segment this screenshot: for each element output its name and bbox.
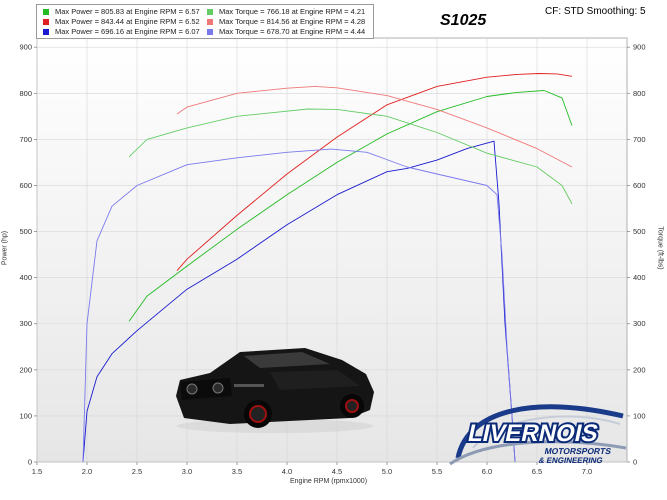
legend-swatch [43,29,49,35]
x-tick-label: 2.5 [132,467,142,476]
x-tick-label: 5.0 [382,467,392,476]
y-tick-label-left: 300 [19,319,32,328]
x-tick-label: 6.5 [532,467,542,476]
x-tick-label: 1.5 [32,467,42,476]
y-tick-label-right: 500 [633,227,646,236]
legend: Max Power = 805.83 at Engine RPM = 6.57 … [36,4,374,39]
x-tick-label: 2.0 [82,467,92,476]
y-tick-label-right: 0 [633,458,637,467]
legend-swatch [207,29,213,35]
y-tick-label-right: 300 [633,319,646,328]
logo-subtitle: MOTORSPORTS [544,446,613,456]
legend-swatch [207,19,213,25]
legend-label: Max Power = 843.44 at Engine RPM = 6.52 [55,17,200,26]
legend-label: Max Torque = 814.56 at Engine RPM = 4.28 [219,17,366,26]
y-tick-label-right: 900 [633,43,646,52]
y-tick-label-right: 800 [633,89,646,98]
legend-entry: Max Power = 696.16 at Engine RPM = 6.07 [43,27,200,37]
y-tick-label-left: 800 [19,89,32,98]
y-tick-label-right: 600 [633,181,646,190]
legend-label: Max Power = 696.16 at Engine RPM = 6.07 [55,27,200,36]
y-tick-label-right: 200 [633,365,646,374]
legend-entry: Max Torque = 766.18 at Engine RPM = 4.21 [207,7,365,17]
x-axis-label: Engine RPM (rpmx1000) [290,478,368,485]
legend-swatch [43,9,49,15]
y-tick-label-left: 500 [19,227,32,236]
legend-power-column: Max Power = 805.83 at Engine RPM = 6.57 … [43,7,200,37]
x-tick-label: 7.0 [582,467,592,476]
y-tick-label-left: 600 [19,181,32,190]
legend-entry: Max Torque = 814.56 at Engine RPM = 4.28 [207,17,365,27]
y-tick-label-left: 900 [19,43,32,52]
logo-wordmark: LIVERNOIS [466,420,601,447]
y-axis-label-right: Torque (ft-lbs) [656,226,664,270]
y-tick-label-left: 400 [19,273,32,282]
y-tick-label-right: 700 [633,135,646,144]
legend-entry: Max Power = 843.44 at Engine RPM = 6.52 [43,17,200,27]
y-tick-label-right: 100 [633,411,646,420]
legend-label: Max Power = 805.83 at Engine RPM = 6.57 [55,7,200,16]
y-tick-label-left: 700 [19,135,32,144]
logo-subtitle-2: & ENGINEERING [538,456,604,465]
car-image [176,348,374,433]
x-tick-label: 4.0 [282,467,292,476]
x-tick-label: 4.5 [332,467,342,476]
legend-swatch [207,9,213,15]
y-tick-label-left: 0 [28,458,32,467]
y-tick-label-right: 400 [633,273,646,282]
legend-entry: Max Power = 805.83 at Engine RPM = 6.57 [43,7,200,17]
y-axis-label-left: Power (hp) [1,230,9,266]
x-tick-label: 6.0 [482,467,492,476]
correction-factor-label: CF: STD Smoothing: 5 [545,6,646,17]
x-tick-label: 3.0 [182,467,192,476]
legend-label: Max Torque = 678.70 at Engine RPM = 4.44 [219,27,366,36]
y-tick-label-left: 200 [19,365,32,374]
livernois-logo: LIVERNOIS MOTORSPORTS & ENGINEERING [449,404,627,466]
legend-label: Max Torque = 766.18 at Engine RPM = 4.21 [219,7,366,16]
legend-torque-column: Max Torque = 766.18 at Engine RPM = 4.21… [207,7,365,37]
x-tick-label: 5.5 [432,467,442,476]
y-tick-label-left: 100 [19,411,32,420]
legend-swatch [43,19,49,25]
chart-title: S1025 [440,12,487,29]
x-tick-label: 3.5 [232,467,242,476]
legend-entry: Max Torque = 678.70 at Engine RPM = 4.44 [207,27,365,37]
